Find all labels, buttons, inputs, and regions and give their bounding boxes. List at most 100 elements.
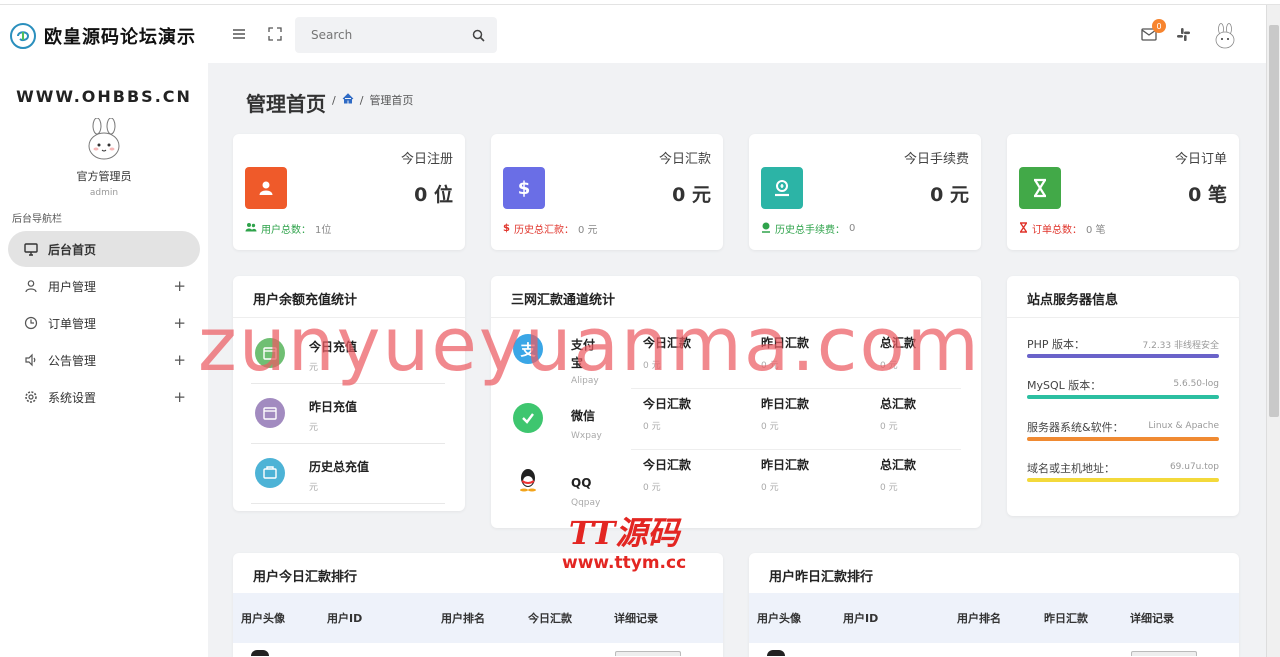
- stat-value: 0 位: [414, 184, 453, 206]
- channel-yesterday: 昨日汇款 0 元: [761, 397, 810, 432]
- table-header: 用户头像 用户ID 用户排名 今日汇款 详细记录: [233, 593, 723, 643]
- home-icon[interactable]: [342, 93, 354, 107]
- server-bar: [1027, 354, 1219, 358]
- user-avatar[interactable]: [1212, 23, 1238, 49]
- breadcrumb-separator: /: [332, 93, 336, 107]
- stat-footer-label: 历史总手续费：: [775, 225, 845, 236]
- column-header: 今日汇款: [528, 612, 572, 625]
- expand-icon[interactable]: +: [173, 314, 186, 332]
- page-scrollbar[interactable]: [1266, 5, 1280, 657]
- stat-footer: 用户总数： 1位: [245, 221, 331, 236]
- panel-title: 站点服务器信息: [1027, 293, 1119, 308]
- panel-title: 用户今日汇款排行: [253, 570, 358, 585]
- hourglass-icon: [1019, 221, 1028, 236]
- column-header: 昨日汇款: [1044, 612, 1088, 625]
- stat-label: 今日汇款: [658, 152, 711, 167]
- wechat-icon: [513, 403, 543, 433]
- alipay-icon: 支: [513, 334, 543, 364]
- sidebar-item-announcements[interactable]: 公告管理 +: [8, 342, 200, 378]
- sidebar-item-orders[interactable]: 订单管理 +: [8, 305, 200, 341]
- sidebar-item-dashboard[interactable]: 后台首页: [8, 231, 200, 267]
- speaker-icon: [24, 353, 38, 367]
- panel-title: 用户昨日汇款排行: [769, 570, 874, 585]
- table-header: 用户头像 用户ID 用户排名 昨日汇款 详细记录: [749, 593, 1239, 643]
- site-url: WWW.OHBBS.CN: [16, 87, 192, 106]
- clock-icon: [24, 316, 38, 330]
- sidebar-item-settings[interactable]: 系统设置 +: [8, 379, 200, 415]
- coin-icon: [761, 222, 771, 236]
- sidebar-nav: 后台首页 用户管理 + 订单管理 + 公告管理 + 系统设置 +: [0, 231, 208, 415]
- detail-button[interactable]: [615, 651, 681, 656]
- server-row-mysql: MySQL 版本： 5.6.50-log: [1027, 371, 1219, 412]
- sidebar-item-label: 后台首页: [48, 242, 97, 257]
- server-bar: [1027, 478, 1219, 482]
- recharge-row-total: 历史总充值 元: [251, 446, 445, 504]
- column-header: 详细记录: [1130, 612, 1174, 625]
- expand-icon[interactable]: +: [173, 351, 186, 369]
- top-header: 0: [208, 5, 1266, 63]
- scrollbar-thumb[interactable]: [1269, 25, 1279, 417]
- search-input[interactable]: [295, 17, 455, 53]
- stat-card-remittance: 今日汇款 0 元 $ $ 历史总汇款： 0 元: [491, 134, 723, 250]
- server-bar: [1027, 437, 1219, 441]
- stat-value: 0 元: [930, 184, 969, 206]
- stat-footer-label: 历史总汇款：: [513, 225, 574, 236]
- detail-button[interactable]: [1131, 651, 1197, 656]
- calendar-icon: [255, 398, 285, 428]
- admin-role: admin: [89, 188, 119, 198]
- app-title: 欧皇源码论坛演示: [44, 27, 196, 48]
- search-icon[interactable]: [472, 27, 485, 46]
- column-header: 用户ID: [843, 612, 879, 625]
- server-bar: [1027, 395, 1219, 399]
- sidebar-item-label: 公告管理: [48, 353, 97, 368]
- recharge-label: 今日充值: [309, 340, 358, 354]
- stat-label: 今日订单: [1174, 152, 1227, 167]
- slack-icon[interactable]: [1174, 25, 1192, 43]
- recharge-row-yesterday: 昨日充值 元: [251, 386, 445, 444]
- mail-icon[interactable]: 0: [1140, 19, 1166, 43]
- recharge-panel: 用户余额充值统计 今日充值 元 昨日充值 元 历史总充值 元: [233, 276, 465, 511]
- stat-footer: $ 历史总汇款： 0 元: [503, 221, 598, 236]
- channel-name: 微信: [571, 409, 596, 423]
- coin-icon: [761, 167, 803, 209]
- column-header: 用户ID: [327, 612, 363, 625]
- sidebar-item-users[interactable]: 用户管理 +: [8, 268, 200, 304]
- stat-card-orders: 今日订单 0 笔 订单总数： 0 笔: [1007, 134, 1239, 250]
- fullscreen-icon[interactable]: [266, 25, 284, 43]
- column-header: 用户排名: [957, 612, 1001, 625]
- user-icon: [24, 279, 38, 293]
- channel-yesterday: 昨日汇款 0 元: [761, 336, 810, 371]
- sidebar-item-label: 用户管理: [48, 279, 97, 294]
- search-box: [295, 17, 497, 53]
- channels-panel: 三网汇款通道统计 支 支付宝 Alipay 今日汇款 0 元 昨日汇款 0 元 总汇…: [491, 276, 981, 528]
- nav-title: 后台导航栏: [12, 214, 62, 225]
- calendar-icon: [255, 338, 285, 368]
- admin-avatar[interactable]: [82, 118, 126, 162]
- channel-total: 总汇款 0 元: [880, 458, 917, 493]
- channel-name: 支付宝: [571, 338, 596, 370]
- expand-icon[interactable]: +: [173, 277, 186, 295]
- gear-icon: [24, 390, 38, 404]
- server-key: 域名或主机地址：: [1027, 462, 1115, 475]
- logo-icon: [10, 23, 36, 49]
- stat-footer-label: 用户总数：: [261, 225, 311, 236]
- channel-today: 今日汇款 0 元: [643, 458, 692, 493]
- sidebar: 欧皇源码论坛演示 WWW.OHBBS.CN 官方管理员 admin 后台导航栏 …: [0, 5, 208, 657]
- wallet-icon: [255, 458, 285, 488]
- sidebar-item-label: 订单管理: [48, 316, 97, 331]
- recharge-label: 历史总充值: [309, 460, 370, 474]
- dollar-icon: $: [503, 223, 510, 234]
- recharge-row-today: 今日充值 元: [251, 326, 445, 384]
- menu-toggle-icon[interactable]: [230, 25, 248, 43]
- expand-icon[interactable]: +: [173, 388, 186, 406]
- channel-row-wechat: 微信 Wxpay 今日汇款 0 元 昨日汇款 0 元 总汇款 0 元: [491, 389, 981, 450]
- app-logo[interactable]: 欧皇源码论坛演示: [0, 5, 208, 67]
- server-row-php: PHP 版本： 7.2.33 非线程安全: [1027, 330, 1219, 371]
- column-header: 详细记录: [614, 612, 658, 625]
- column-header: 用户排名: [441, 612, 485, 625]
- stat-footer-value: 0 笔: [1086, 225, 1106, 236]
- server-row-host: 域名或主机地址： 69.u7u.top: [1027, 454, 1219, 495]
- sidebar-item-label: 系统设置: [48, 390, 97, 405]
- channel-sub: Wxpay: [571, 431, 602, 441]
- panel-divider: [491, 317, 981, 318]
